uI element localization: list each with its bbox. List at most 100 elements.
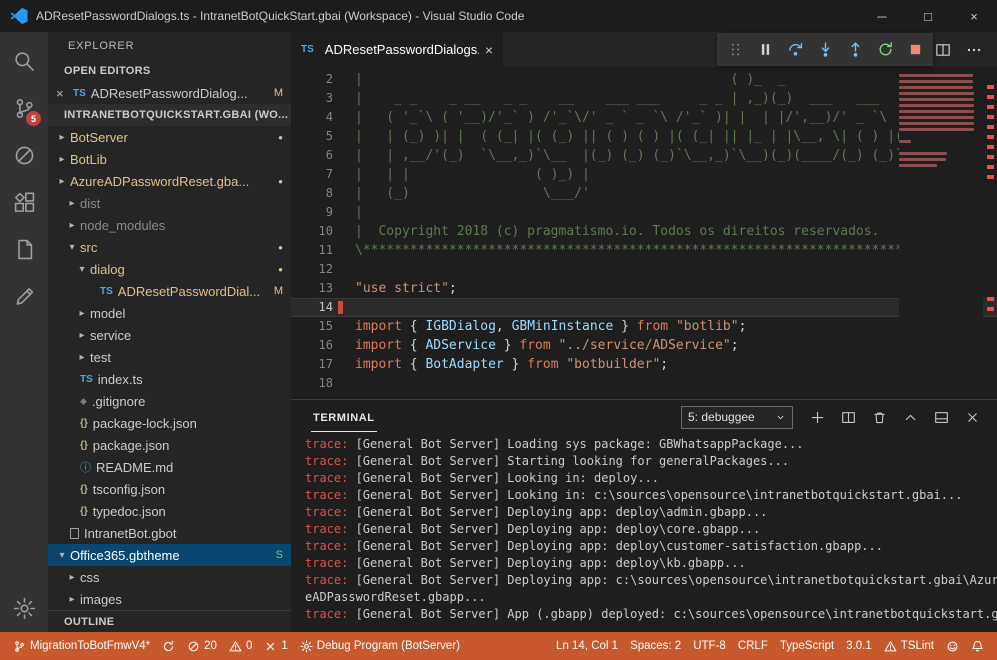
status-tslint[interactable]: TSLint — [879, 632, 939, 660]
chevron-down-icon: ▾ — [56, 550, 68, 561]
status-warnings[interactable]: 0 — [224, 632, 257, 660]
maximize-panel-button[interactable] — [896, 404, 925, 430]
activity-search[interactable] — [0, 38, 48, 85]
new-terminal-button[interactable] — [803, 404, 832, 430]
tree-item[interactable]: {}package.json — [48, 434, 291, 456]
code-lines: 2| ( )_ _ |3| _ _ _ __ _ _ __ ___ ___ _ … — [291, 70, 997, 393]
toggle-panel-button[interactable] — [927, 404, 956, 430]
activity-debug[interactable] — [0, 132, 48, 179]
step-over-button[interactable] — [780, 33, 810, 66]
status-feedback[interactable] — [941, 632, 964, 660]
open-editor-label: ADResetPasswordDialog... — [91, 86, 268, 101]
outline-header[interactable]: OUTLINE — [48, 610, 291, 632]
tree-item-label: typedoc.json — [93, 504, 283, 519]
trace-prefix: trace: — [305, 437, 348, 451]
gear-icon — [13, 597, 36, 620]
split-terminal-button[interactable] — [834, 404, 863, 430]
activity-extensions[interactable] — [0, 179, 48, 226]
activity-edit[interactable] — [0, 273, 48, 320]
maximize-button[interactable]: □ — [905, 0, 951, 32]
tree-item[interactable]: ▸service — [48, 324, 291, 346]
drag-handle[interactable] — [720, 33, 750, 66]
more-icon — [966, 42, 982, 58]
code-line-16: 16import { ADService } from "../service/… — [291, 336, 997, 355]
activity-settings[interactable] — [0, 585, 48, 632]
tree-item[interactable]: ▸BotLib — [48, 148, 291, 170]
status-git-branch[interactable]: MigrationToBotFmwV4* — [8, 632, 155, 660]
more-actions-button[interactable] — [966, 42, 982, 58]
tree-item[interactable]: ▸test — [48, 346, 291, 368]
tree-item-label: .gitignore — [92, 394, 283, 409]
tree-item[interactable]: TSindex.ts — [48, 368, 291, 390]
status-sync[interactable] — [157, 632, 180, 660]
minimize-button[interactable]: ─ — [859, 0, 905, 32]
status-errors[interactable]: 20 — [182, 632, 222, 660]
pause-button[interactable] — [750, 33, 780, 66]
tree-item[interactable]: ◆.gitignore — [48, 390, 291, 412]
tree-item[interactable]: ▾dialog● — [48, 258, 291, 280]
trace-prefix: trace: — [305, 607, 348, 621]
tree-item-label: tsconfig.json — [93, 482, 283, 497]
error-mark — [987, 85, 994, 89]
step-out-icon — [847, 41, 864, 58]
terminal-text: [General Bot Server] Deploying app: c:\s… — [348, 573, 997, 587]
git-branch-icon — [13, 640, 26, 653]
tree-item-label: css — [80, 570, 283, 585]
step-out-button[interactable] — [840, 33, 870, 66]
tab-adresetpassworddialogs[interactable]: TS ADResetPasswordDialogs.ts × — [291, 32, 503, 67]
status-notifications[interactable] — [966, 632, 989, 660]
restart-button[interactable] — [870, 33, 900, 66]
status-eol[interactable]: CRLF — [733, 632, 773, 660]
step-over-icon — [787, 41, 804, 58]
tree-item[interactable]: ▸css — [48, 566, 291, 588]
tree-item[interactable]: TSADResetPasswordDial...M — [48, 280, 291, 302]
line-text: \***************************************… — [355, 241, 973, 260]
activity-explorer[interactable] — [0, 226, 48, 273]
close-panel-button[interactable] — [958, 404, 987, 430]
open-editors-header[interactable]: OPEN EDITORS — [48, 60, 291, 82]
terminal-tab[interactable]: TERMINAL — [311, 403, 377, 432]
tree-item[interactable]: ▸images — [48, 588, 291, 610]
workspace-header[interactable]: INTRANETBOTQUICKSTART.GBAI (WO... — [48, 104, 291, 126]
close-window-button[interactable]: × — [951, 0, 997, 32]
step-into-button[interactable] — [810, 33, 840, 66]
code-editor[interactable]: 2| ( )_ _ |3| _ _ _ __ _ _ __ ___ ___ _ … — [291, 67, 997, 399]
kill-terminal-button[interactable] — [865, 404, 894, 430]
tree-item[interactable]: ▸node_modules — [48, 214, 291, 236]
activity-source-control[interactable]: 5 — [0, 85, 48, 132]
tree-item[interactable]: {}package-lock.json — [48, 412, 291, 434]
split-editor-button[interactable] — [935, 42, 951, 58]
status-cursor-position[interactable]: Ln 14, Col 1 — [551, 632, 623, 660]
terminal-output[interactable]: trace: [General Bot Server] Loading sys … — [291, 434, 997, 632]
tree-item[interactable]: {}typedoc.json — [48, 500, 291, 522]
tree-item[interactable]: ▾Office365.gbthemeS — [48, 544, 291, 566]
tree-item[interactable]: ▸AzureADPasswordReset.gba...● — [48, 170, 291, 192]
open-editor-item[interactable]: ×TSADResetPasswordDialog...M — [48, 82, 291, 104]
tree-item[interactable]: ▸dist — [48, 192, 291, 214]
stop-button[interactable] — [900, 33, 930, 66]
status-debug-target[interactable]: Debug Program (BotServer) — [295, 632, 465, 660]
status-warnings-label: 0 — [246, 640, 252, 652]
tree-item[interactable]: ⓘREADME.md — [48, 456, 291, 478]
edit-icon — [13, 285, 36, 308]
status-indentation[interactable]: Spaces: 2 — [625, 632, 686, 660]
tree-item[interactable]: ▸BotServer● — [48, 126, 291, 148]
tree-item[interactable]: IntranetBot.gbot — [48, 522, 291, 544]
code-line-5: 5| | (_) )| | ( (_| |( (_) || ( ) ( ) |(… — [291, 127, 997, 146]
status-encoding[interactable]: UTF-8 — [688, 632, 731, 660]
tree-item[interactable]: {}tsconfig.json — [48, 478, 291, 500]
tree-item[interactable]: ▸model — [48, 302, 291, 324]
modified-dot: ● — [278, 177, 283, 186]
chevron-right-icon: ▸ — [66, 572, 78, 583]
close-tab-icon[interactable]: × — [485, 42, 493, 58]
terminal-selector[interactable]: 5: debuggee — [681, 406, 793, 429]
trace-prefix: trace: — [305, 539, 348, 553]
minimap[interactable] — [899, 71, 983, 399]
terminal-text: eADPasswordReset.gbapp... — [305, 590, 486, 604]
bell-icon — [971, 640, 984, 653]
status-language[interactable]: TypeScript — [775, 632, 839, 660]
status-tasks[interactable]: 1 — [259, 632, 292, 660]
status-version[interactable]: 3.0.1 — [841, 632, 877, 660]
tree-item[interactable]: ▾src● — [48, 236, 291, 258]
terminal-text: [General Bot Server] Deploying app: depl… — [348, 556, 745, 570]
